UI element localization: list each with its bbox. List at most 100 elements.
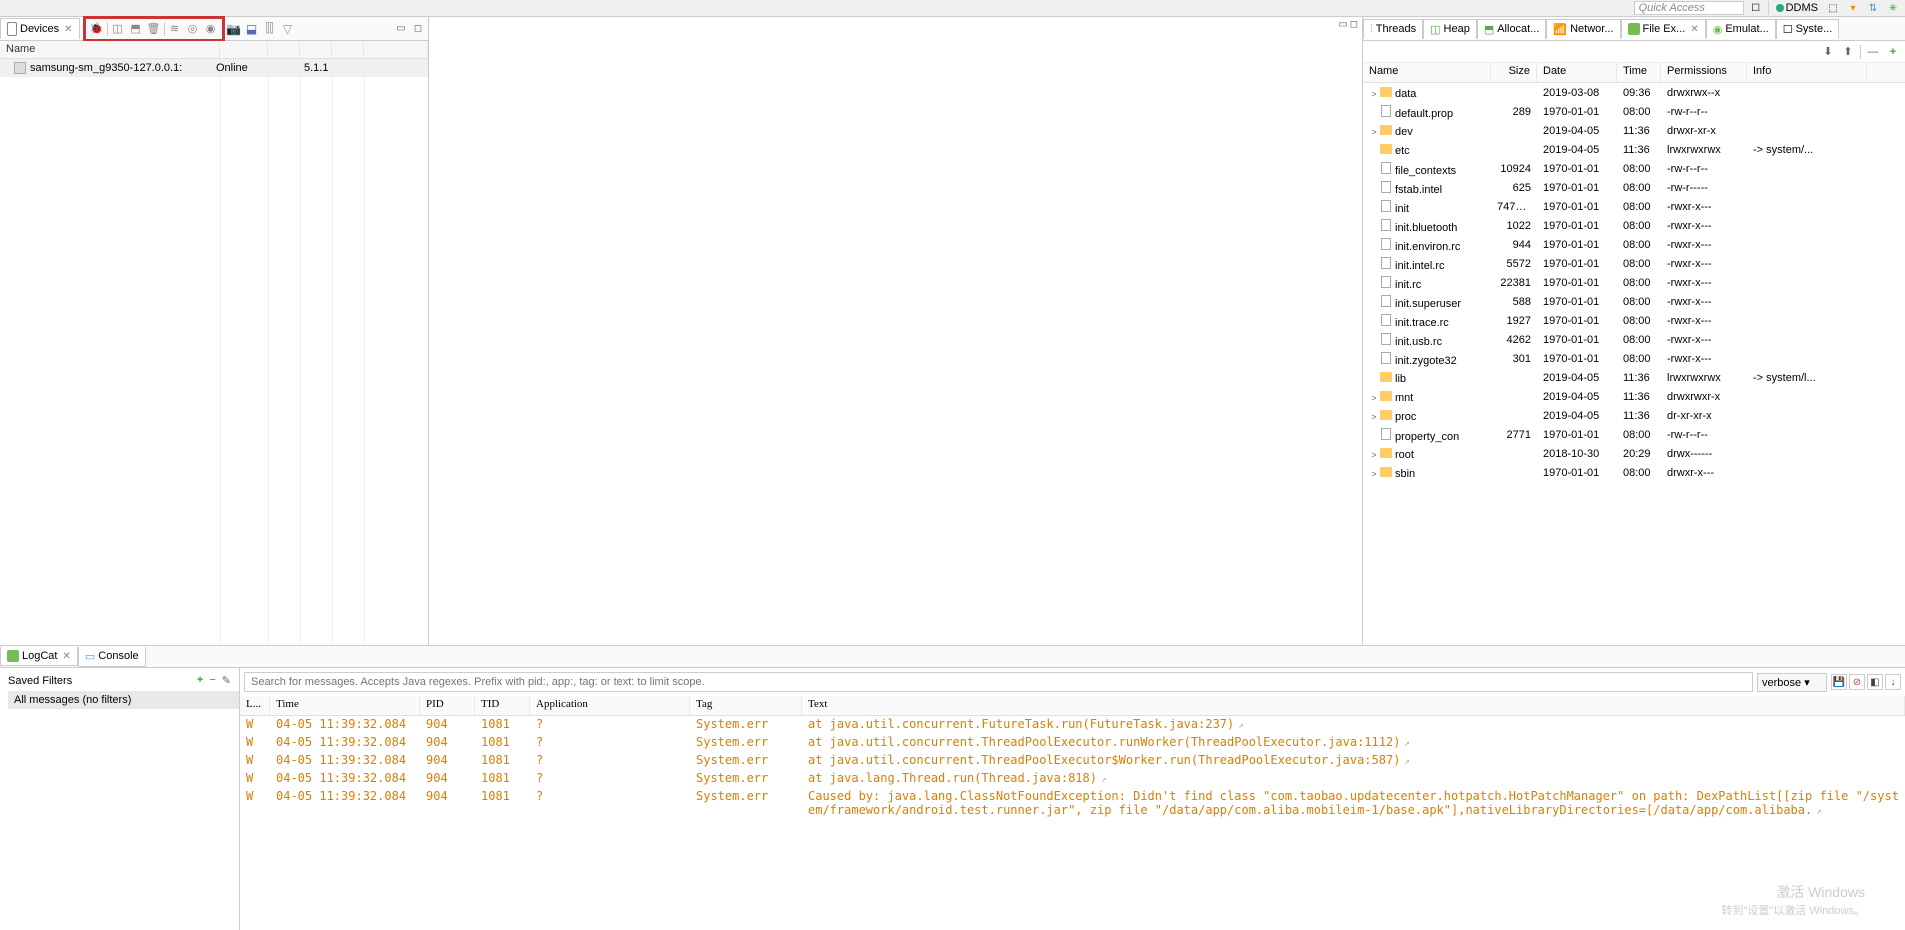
close-icon[interactable]: ✕	[64, 24, 72, 35]
tab-heap[interactable]: ◫Heap	[1423, 19, 1477, 39]
expand-icon[interactable]: >	[1369, 450, 1379, 460]
expand-icon[interactable]: >	[1369, 393, 1379, 403]
delete-icon[interactable]: —	[1865, 44, 1881, 60]
device-row[interactable]: samsung-sm_g9350-127.0.0.1: Online 5.1.1	[0, 59, 428, 77]
column-tid[interactable]: TID	[475, 696, 530, 715]
filter-all-messages[interactable]: All messages (no filters)	[8, 691, 239, 709]
file-row[interactable]: init.bluetooth10221970-01-0108:00-rwxr-x…	[1363, 216, 1905, 235]
tab-allocation[interactable]: ⬒Allocat...	[1477, 19, 1547, 39]
debug-icon[interactable]: 🐞	[88, 20, 106, 38]
update-threads-icon[interactable]: ≋	[166, 20, 184, 38]
column-text[interactable]: Text	[802, 696, 1905, 715]
toolbar-bug-icon[interactable]: ✳	[1885, 0, 1901, 16]
pull-file-icon[interactable]: ⬇	[1820, 44, 1836, 60]
minimize-icon[interactable]: ▭	[393, 21, 409, 37]
file-row[interactable]: file_contexts109241970-01-0108:00-rw-r--…	[1363, 159, 1905, 178]
close-icon[interactable]: ✕	[1690, 24, 1698, 35]
team-sync-icon[interactable]: ⇅	[1865, 0, 1881, 16]
file-row[interactable]: default.prop2891970-01-0108:00-rw-r--r--	[1363, 102, 1905, 121]
log-row[interactable]: W04-05 11:39:32.0849041081?System.errat …	[240, 752, 1905, 770]
expand-icon[interactable]: >	[1369, 127, 1379, 137]
close-icon[interactable]: ✕	[62, 651, 70, 662]
file-row[interactable]: init7478481970-01-0108:00-rwxr-x---	[1363, 197, 1905, 216]
file-row[interactable]: init.superuser5881970-01-0108:00-rwxr-x-…	[1363, 292, 1905, 311]
quick-access-input[interactable]: Quick Access	[1634, 1, 1744, 15]
resource-icon[interactable]: ▾	[1845, 0, 1861, 16]
file-row[interactable]: >mnt2019-04-0511:36drwxrwxr-x	[1363, 387, 1905, 406]
column-name[interactable]: Name	[1363, 63, 1491, 82]
file-row[interactable]: >proc2019-04-0511:36dr-xr-xr-x	[1363, 406, 1905, 425]
file-row[interactable]: etc2019-04-0511:36lrwxrwxrwx-> system/..…	[1363, 140, 1905, 159]
stop-process-icon[interactable]: ◉	[202, 20, 220, 38]
tab-system[interactable]: ☐Syste...	[1776, 19, 1840, 39]
file-row[interactable]: >data2019-03-0809:36drwxrwx--x	[1363, 83, 1905, 102]
maximize-icon[interactable]: ◻	[410, 21, 426, 37]
file-explorer-table[interactable]: Name Size Date Time Permissions Info >da…	[1363, 63, 1905, 645]
log-table[interactable]: L... Time PID TID Application Tag Text W…	[240, 696, 1905, 930]
expand-icon[interactable]: >	[1369, 412, 1379, 422]
devices-list[interactable]	[0, 77, 428, 645]
file-row[interactable]: init.trace.rc19271970-01-0108:00-rwxr-x-…	[1363, 311, 1905, 330]
tab-file-explorer[interactable]: File Ex...✕	[1621, 19, 1706, 38]
column-level[interactable]: L...	[240, 696, 270, 715]
minimize-icon[interactable]: ▭	[1338, 19, 1347, 30]
push-file-icon[interactable]: ⬆	[1840, 44, 1856, 60]
column-time[interactable]: Time	[270, 696, 420, 715]
file-row[interactable]: property_con27711970-01-0108:00-rw-r--r-…	[1363, 425, 1905, 444]
file-row[interactable]: init.intel.rc55721970-01-0108:00-rwxr-x-…	[1363, 254, 1905, 273]
file-row[interactable]: init.usb.rc42621970-01-0108:00-rwxr-x---	[1363, 330, 1905, 349]
clear-log-icon[interactable]: ⊘	[1849, 674, 1865, 690]
column-size[interactable]: Size	[1491, 63, 1537, 82]
column-pid[interactable]: PID	[420, 696, 475, 715]
log-row[interactable]: W04-05 11:39:32.0849041081?System.errCau…	[240, 788, 1905, 818]
column-permissions[interactable]: Permissions	[1661, 63, 1747, 82]
file-row[interactable]: >dev2019-04-0511:36drwxr-xr-x	[1363, 121, 1905, 140]
tab-emulator[interactable]: ◉Emulat...	[1706, 19, 1776, 39]
start-method-profiling-icon[interactable]: ◎	[184, 20, 202, 38]
file-row[interactable]: lib2019-04-0511:36lrwxrwxrwx-> system/l.…	[1363, 368, 1905, 387]
column-name[interactable]: Name	[0, 41, 220, 58]
dump-hprof-icon[interactable]: ⬒	[127, 20, 145, 38]
file-row[interactable]: init.zygote323011970-01-0108:00-rwxr-x--…	[1363, 349, 1905, 368]
remove-filter-icon[interactable]: −	[207, 674, 217, 687]
display-filters-icon[interactable]: ◧	[1867, 674, 1883, 690]
file-row[interactable]: >root2018-10-3020:29drwx------	[1363, 444, 1905, 463]
tab-network[interactable]: 📶Networ...	[1546, 19, 1620, 39]
hierarchy-icon[interactable]: ⬚	[1825, 0, 1841, 16]
log-row[interactable]: W04-05 11:39:32.0849041081?System.errat …	[240, 716, 1905, 734]
add-filter-icon[interactable]: +	[195, 674, 205, 687]
dump-view-icon[interactable]: ⬓	[243, 22, 261, 36]
expand-icon[interactable]: >	[1369, 89, 1379, 99]
perspective-ddms-button[interactable]: DDMS	[1773, 1, 1821, 15]
log-row[interactable]: W04-05 11:39:32.0849041081?System.errat …	[240, 734, 1905, 752]
column-time[interactable]: Time	[1617, 63, 1661, 82]
column-info[interactable]: Info	[1747, 63, 1867, 82]
tab-devices[interactable]: Devices ✕	[0, 18, 80, 39]
file-row[interactable]: fstab.intel6251970-01-0108:00-rw-r-----	[1363, 178, 1905, 197]
new-folder-icon[interactable]: +	[1885, 44, 1901, 60]
log-row[interactable]: W04-05 11:39:32.0849041081?System.errat …	[240, 770, 1905, 788]
file-row[interactable]: >sbin1970-01-0108:00drwxr-x---	[1363, 463, 1905, 482]
tab-threads[interactable]: ⫶Threads	[1363, 19, 1423, 39]
column-application[interactable]: Application	[530, 696, 690, 715]
screenshot-icon[interactable]: 📷	[225, 22, 243, 36]
file-row[interactable]: init.environ.rc9441970-01-0108:00-rwxr-x…	[1363, 235, 1905, 254]
edit-filter-icon[interactable]: ✎	[220, 674, 233, 687]
open-perspective-icon[interactable]: ☐	[1748, 0, 1764, 16]
expand-icon[interactable]: >	[1369, 469, 1379, 479]
column-date[interactable]: Date	[1537, 63, 1617, 82]
file-row[interactable]: init.rc223811970-01-0108:00-rwxr-x---	[1363, 273, 1905, 292]
log-search-input[interactable]	[244, 672, 1753, 692]
scroll-lock-icon[interactable]: ↓	[1885, 674, 1901, 690]
save-log-icon[interactable]: 💾	[1831, 674, 1847, 690]
right-panel: ⫶Threads ◫Heap ⬒Allocat... 📶Networ... Fi…	[1363, 17, 1905, 645]
maximize-icon[interactable]: ◻	[1350, 19, 1358, 30]
tab-console[interactable]: ▭Console	[78, 647, 146, 667]
tab-logcat[interactable]: LogCat✕	[0, 647, 78, 666]
update-heap-icon[interactable]: ◫	[109, 20, 127, 38]
log-level-select[interactable]: verbose ▾	[1757, 673, 1827, 692]
column-tag[interactable]: Tag	[690, 696, 802, 715]
systrace-icon[interactable]: ⫿⫿	[261, 21, 279, 36]
cause-gc-icon[interactable]: 🗑	[145, 20, 163, 38]
dropdown-icon[interactable]: ▽	[279, 22, 297, 36]
